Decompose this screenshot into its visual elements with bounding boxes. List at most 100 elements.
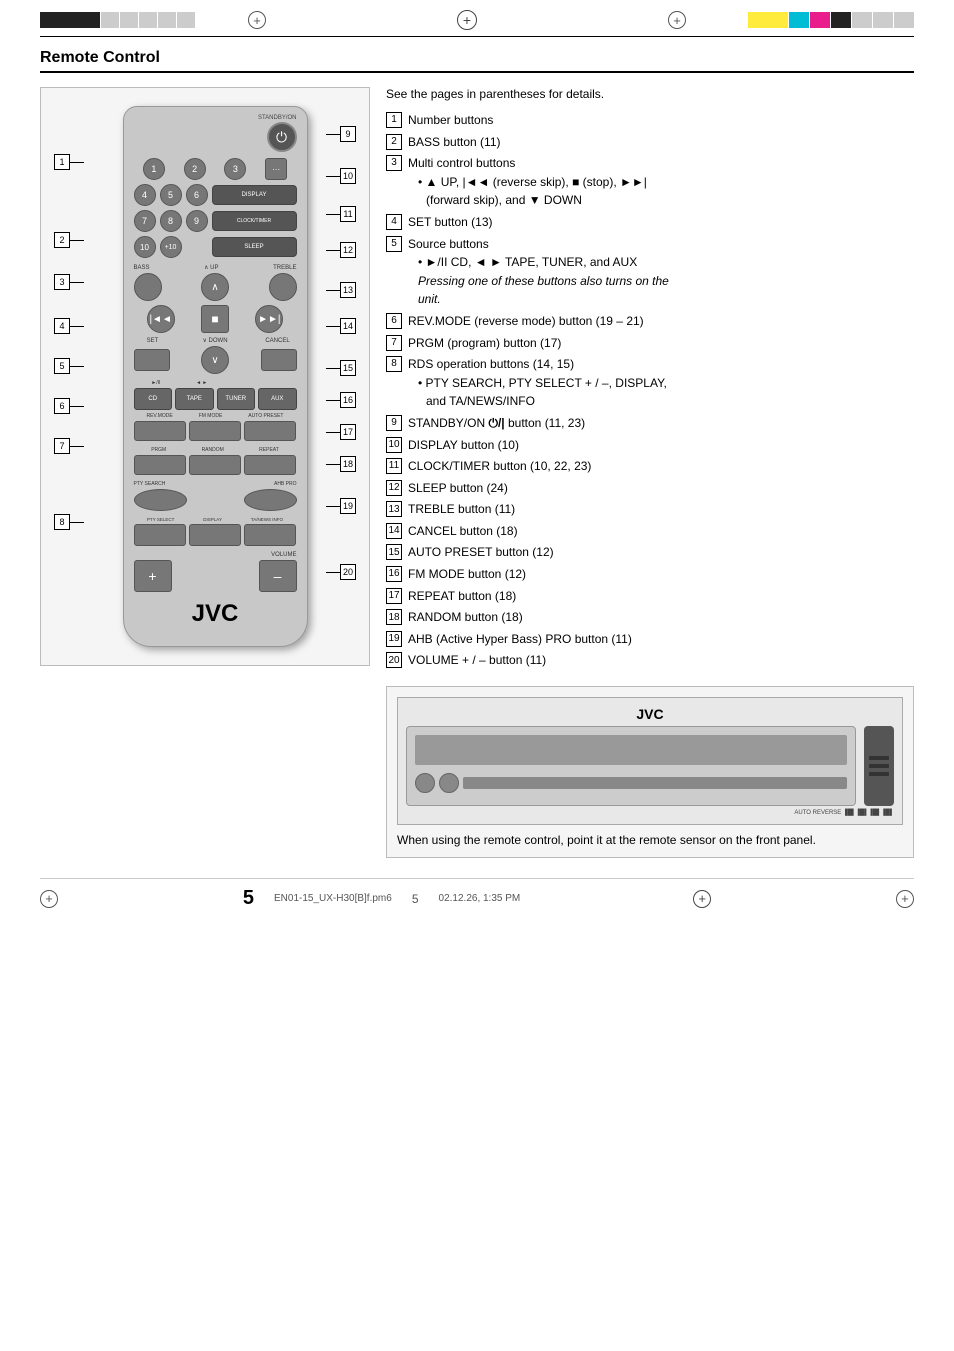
volume-row: + –	[134, 560, 297, 592]
callout-14: 14	[326, 318, 356, 334]
item-number-20: 20	[386, 652, 402, 668]
list-item: 16 FM MODE button (12)	[386, 565, 914, 584]
standby-label: STANDBY/ON	[134, 115, 297, 121]
btn-dots[interactable]: ···	[265, 158, 287, 180]
callout-8: 8	[54, 514, 84, 530]
left-column: 1 2 3 4	[40, 87, 370, 666]
random-button[interactable]	[189, 455, 241, 475]
ta-news-button[interactable]	[244, 524, 296, 546]
tuner-button[interactable]: TUNER	[217, 388, 256, 410]
callout-7: 7	[54, 438, 84, 454]
item-number-19: 19	[386, 631, 402, 647]
device-image-container: JVC	[386, 686, 914, 858]
page-number: 5	[243, 887, 254, 910]
prgm-rand-rep-row	[134, 455, 297, 475]
btn-1[interactable]: 1	[143, 158, 165, 180]
remote-drawing-wrapper: 1 2 3 4	[49, 96, 361, 657]
bottom-right-reg: +	[884, 890, 914, 908]
list-item: 13 TREBLE button (11)	[386, 500, 914, 519]
bottom-rule	[40, 878, 914, 879]
item-number-1: 1	[386, 112, 402, 128]
ahb-button[interactable]	[244, 489, 297, 511]
vol-minus-button[interactable]: –	[259, 560, 297, 592]
btn-10[interactable]: 10	[134, 236, 156, 258]
item-number-3: 3	[386, 155, 402, 171]
stop-button[interactable]: ■	[201, 305, 229, 333]
repeat-button[interactable]	[244, 455, 296, 475]
revmode-button[interactable]	[134, 421, 186, 441]
callout-15: 15	[326, 360, 356, 376]
item-text-15: AUTO PRESET button (12)	[408, 543, 554, 562]
autopreset-button[interactable]	[244, 421, 296, 441]
standby-button[interactable]: ⏻	[267, 122, 297, 152]
bar-seg-5	[158, 12, 176, 28]
rev-skip-button[interactable]: |◄◄	[147, 305, 175, 333]
btn-5[interactable]: 5	[160, 184, 182, 206]
item-number-6: 6	[386, 313, 402, 329]
pty-search-button[interactable]	[134, 489, 187, 511]
sleep-button[interactable]: SLEEP	[212, 237, 297, 257]
list-item: 11 CLOCK/TIMER button (10, 22, 23)	[386, 457, 914, 476]
tape-button[interactable]: TAPE	[175, 388, 214, 410]
callout-19: 19	[326, 498, 356, 514]
jvc-logo: JVC	[134, 600, 297, 628]
down-button[interactable]: ∨	[201, 346, 229, 374]
item-number-14: 14	[386, 523, 402, 539]
clock-button[interactable]: CLOCK/TIMER	[212, 211, 297, 231]
btn-4[interactable]: 4	[134, 184, 156, 206]
item-text-12: SLEEP button (24)	[408, 479, 508, 498]
item-text-7: PRGM (program) button (17)	[408, 334, 561, 353]
item-number-16: 16	[386, 566, 402, 582]
pty-select-button[interactable]	[134, 524, 186, 546]
treble-button[interactable]	[269, 273, 297, 301]
bottom-area: + 5 EN01-15_UX-H30[B]f.pm6 5 02.12.26, 1…	[40, 878, 914, 910]
item-text-1: Number buttons	[408, 111, 493, 130]
device-caption: When using the remote control, point it …	[397, 833, 903, 847]
reg-mark-left: +	[248, 11, 266, 29]
btn-7[interactable]: 7	[134, 210, 156, 232]
set-label-remote: SET	[134, 338, 172, 344]
item-text-20: VOLUME + / – button (11)	[408, 651, 546, 670]
fmmode-button[interactable]	[189, 421, 241, 441]
display-button[interactable]: DISPLAY	[212, 185, 297, 205]
bass-button[interactable]	[134, 273, 162, 301]
bass-label: BASS	[134, 265, 150, 271]
item-text-11: CLOCK/TIMER button (10, 22, 23)	[408, 457, 591, 476]
item-text-19: AHB (Active Hyper Bass) PRO button (11)	[408, 630, 632, 649]
section-title: Remote Control	[40, 49, 914, 73]
list-item: 19 AHB (Active Hyper Bass) PRO button (1…	[386, 630, 914, 649]
item-text-9: STANDBY/ON ⏻/| button (11, 23)	[408, 414, 585, 433]
btn-2[interactable]: 2	[184, 158, 206, 180]
fwd-skip-button[interactable]: ►►|	[255, 305, 283, 333]
aux-button[interactable]: AUX	[258, 388, 297, 410]
bar-r-5	[852, 12, 872, 28]
main-content: 1 2 3 4	[40, 87, 914, 858]
cancel-button-remote[interactable]	[261, 349, 297, 371]
prgm-rand-rep-labels: PRGM RANDOM REPEAT	[134, 447, 297, 453]
list-item: 18 RANDOM button (18)	[386, 608, 914, 627]
bar-seg-2	[101, 12, 119, 28]
prgm-button[interactable]	[134, 455, 186, 475]
file-info: EN01-15_UX-H30[B]f.pm6	[274, 893, 392, 904]
item-number-2: 2	[386, 134, 402, 150]
up-button[interactable]: ∧	[201, 273, 229, 301]
bar-r-2	[789, 12, 809, 28]
btn-8[interactable]: 8	[160, 210, 182, 232]
item-number-4: 4	[386, 214, 402, 230]
btn-3[interactable]: 3	[224, 158, 246, 180]
bar-seg-6	[177, 12, 195, 28]
cd-button[interactable]: CD	[134, 388, 173, 410]
reg-mark-right: +	[668, 11, 686, 29]
pty-ahb-row	[134, 489, 297, 511]
bottom-left-reg: +	[40, 890, 70, 908]
vol-plus-button[interactable]: +	[134, 560, 172, 592]
display2-button[interactable]	[189, 524, 241, 546]
item-text-2: BASS button (11)	[408, 133, 501, 152]
item-number-11: 11	[386, 458, 402, 474]
btn-6[interactable]: 6	[186, 184, 208, 206]
btn-plus10[interactable]: +10	[160, 236, 182, 258]
set-down-cancel-row: SET ∨ DOWN CANCEL	[134, 337, 297, 344]
btn-9[interactable]: 9	[186, 210, 208, 232]
callout-12: 12	[326, 242, 356, 258]
set-button[interactable]	[134, 349, 170, 371]
